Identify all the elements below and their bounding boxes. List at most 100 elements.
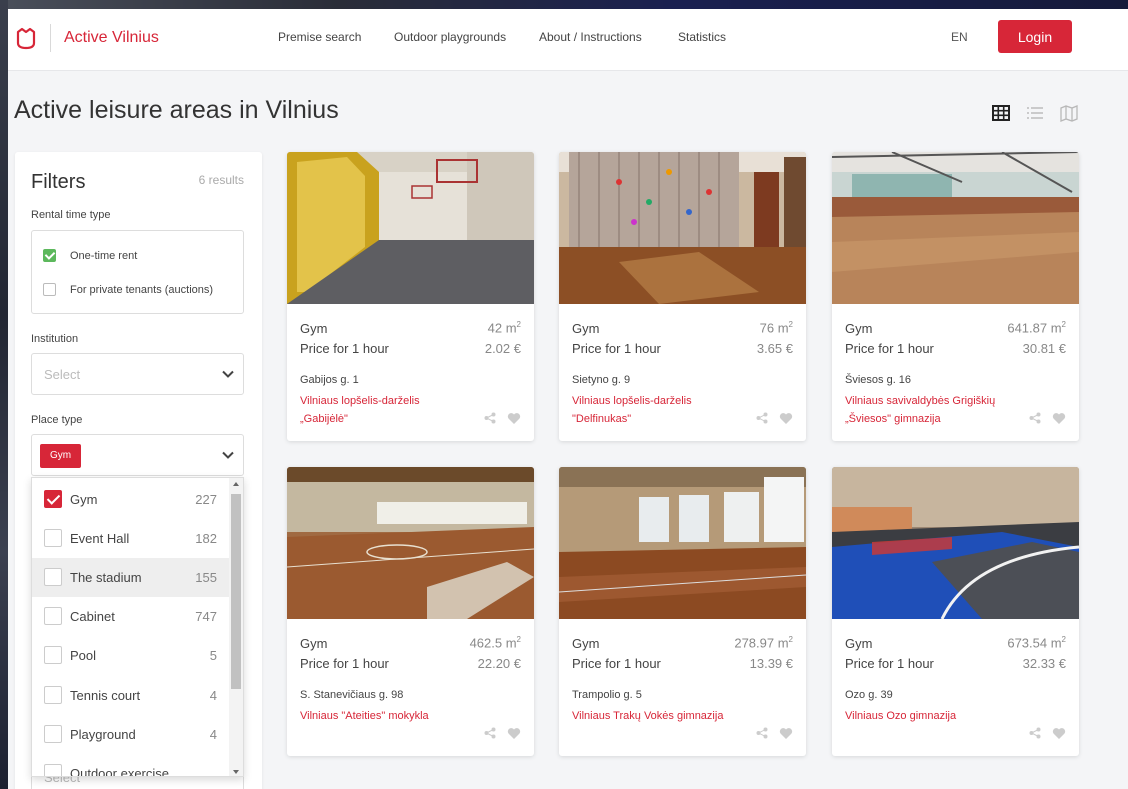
option-label: Outdoor exercise: [70, 766, 169, 777]
place-type-select[interactable]: Gym: [31, 434, 244, 476]
price-label: Price for 1 hour: [845, 341, 934, 356]
gym-photo[interactable]: [287, 467, 534, 619]
language-switch[interactable]: EN: [951, 30, 968, 44]
logo-icon[interactable]: [14, 26, 38, 50]
share-icon[interactable]: [756, 727, 768, 739]
place-card[interactable]: Gym 641.87 m2 Price for 1 hour 30.81 € Š…: [832, 152, 1079, 441]
checkbox-checked[interactable]: [43, 249, 56, 262]
rental-time-label: Rental time type: [31, 209, 111, 221]
price-value: 3.65 €: [756, 341, 793, 356]
desktop-backdrop: [0, 0, 1128, 9]
option-label: Gym: [70, 492, 98, 507]
nav-statistics[interactable]: Statistics: [678, 30, 726, 44]
checkbox-unchecked[interactable]: [44, 607, 62, 625]
place-card[interactable]: Gym 42 m2 Price for 1 hour 2.02 € Gabijo…: [287, 152, 534, 441]
checkbox-unchecked[interactable]: [44, 686, 62, 704]
page-title: Active leisure areas in Vilnius: [14, 96, 339, 124]
nav-outdoor-playgrounds[interactable]: Outdoor playgrounds: [394, 30, 506, 44]
dropdown-option[interactable]: Gym 227: [32, 480, 229, 519]
place-address: Sietyno g. 9: [572, 374, 631, 386]
place-card[interactable]: Gym 278.97 m2 Price for 1 hour 13.39 € T…: [559, 467, 806, 756]
checkbox-checked[interactable]: [44, 490, 62, 508]
institution-link[interactable]: Vilniaus lopšelis-darželis "Delfinukas": [572, 392, 742, 428]
place-area: 462.5 m2: [469, 635, 521, 651]
chevron-down-icon: [222, 451, 234, 459]
login-button[interactable]: Login: [998, 20, 1072, 53]
filters-title: Filters: [31, 171, 86, 193]
gym-photo[interactable]: [559, 467, 806, 619]
dropdown-option[interactable]: Cabinet 747: [32, 597, 229, 636]
option-count: 182: [195, 531, 217, 546]
institution-link[interactable]: Vilniaus Ozo gimnazija: [845, 707, 1015, 725]
grid-view-icon[interactable]: [991, 103, 1011, 123]
place-area: 673.54 m2: [1007, 635, 1066, 651]
share-icon[interactable]: [1029, 412, 1041, 424]
gym-photo[interactable]: [287, 152, 534, 304]
option-count: 747: [195, 609, 217, 624]
nav-premise-search[interactable]: Premise search: [278, 30, 361, 44]
checkbox-unchecked[interactable]: [44, 568, 62, 586]
scroll-up-icon[interactable]: [233, 482, 239, 486]
dropdown-option[interactable]: Event Hall 182: [32, 519, 229, 558]
map-view-icon[interactable]: [1059, 103, 1079, 123]
price-label: Price for 1 hour: [845, 656, 934, 671]
institution-select[interactable]: Select: [31, 353, 244, 395]
checkbox-unchecked[interactable]: [44, 725, 62, 743]
gym-photo[interactable]: [832, 467, 1079, 619]
institution-link[interactable]: Vilniaus lopšelis-darželis „Gabijėlė": [300, 392, 470, 428]
dropdown-option[interactable]: Playground 4: [32, 715, 229, 754]
dropdown-option[interactable]: Outdoor exercise: [32, 754, 229, 777]
checkbox-unchecked[interactable]: [44, 646, 62, 664]
heart-icon[interactable]: [779, 412, 793, 425]
share-icon[interactable]: [1029, 727, 1041, 739]
place-card[interactable]: Gym 76 m2 Price for 1 hour 3.65 € Sietyn…: [559, 152, 806, 441]
place-area: 42 m2: [487, 320, 521, 336]
institution-link[interactable]: Vilniaus savivaldybės Grigiškių „Šviesos…: [845, 392, 1015, 428]
header: Active Vilnius Premise search Outdoor pl…: [8, 9, 1128, 71]
institution-link[interactable]: Vilniaus Trakų Vokės gimnazija: [572, 707, 742, 725]
heart-icon[interactable]: [1052, 412, 1066, 425]
gym-photo[interactable]: [832, 152, 1079, 304]
heart-icon[interactable]: [1052, 727, 1066, 740]
institution-placeholder: Select: [44, 367, 81, 382]
place-card[interactable]: Gym 462.5 m2 Price for 1 hour 22.20 € S.…: [287, 467, 534, 756]
dropdown-option[interactable]: Pool 5: [32, 636, 229, 675]
share-icon[interactable]: [484, 727, 496, 739]
price-value: 2.02 €: [484, 341, 521, 356]
institution-link[interactable]: Vilniaus "Ateities" mokykla: [300, 707, 470, 725]
heart-icon[interactable]: [507, 727, 521, 740]
checkbox-unchecked[interactable]: [44, 764, 62, 776]
rental-option-private[interactable]: For private tenants (auctions): [43, 283, 213, 296]
dropdown-option[interactable]: The stadium 155: [32, 558, 229, 597]
nav-about-instructions[interactable]: About / Instructions: [539, 30, 642, 44]
place-card[interactable]: Gym 673.54 m2 Price for 1 hour 32.33 € O…: [832, 467, 1079, 756]
place-address: Šviesos g. 16: [845, 374, 912, 386]
share-icon[interactable]: [756, 412, 768, 424]
scrollbar-thumb[interactable]: [231, 494, 241, 689]
option-count: 155: [195, 570, 217, 585]
rental-option-label: For private tenants (auctions): [70, 283, 214, 296]
share-icon[interactable]: [484, 412, 496, 424]
list-view-icon[interactable]: [1025, 103, 1045, 123]
price-label: Price for 1 hour: [572, 656, 661, 671]
place-type: Gym: [572, 636, 600, 651]
place-address: Trampolio g. 5: [572, 689, 642, 701]
heart-icon[interactable]: [507, 412, 521, 425]
place-type: Gym: [845, 321, 873, 336]
gym-photo[interactable]: [559, 152, 806, 304]
place-area: 278.97 m2: [734, 635, 793, 651]
dropdown-option[interactable]: Tennis court 4: [32, 676, 229, 715]
rental-option-one-time[interactable]: One-time rent: [43, 249, 137, 262]
dropdown-scrollbar[interactable]: [229, 478, 243, 776]
place-area: 641.87 m2: [1007, 320, 1066, 336]
place-type-dropdown: Gym 227 Event Hall 182 The stadium 155 C…: [31, 477, 244, 777]
results-count: 6 results: [198, 173, 244, 187]
price-value: 32.33 €: [1022, 656, 1066, 671]
checkbox-unchecked[interactable]: [44, 529, 62, 547]
selected-tag-gym[interactable]: Gym: [40, 444, 82, 468]
checkbox-unchecked[interactable]: [43, 283, 56, 296]
place-type-label: Place type: [31, 414, 83, 426]
heart-icon[interactable]: [779, 727, 793, 740]
scroll-down-icon[interactable]: [233, 770, 239, 774]
brand-name[interactable]: Active Vilnius: [64, 29, 159, 47]
